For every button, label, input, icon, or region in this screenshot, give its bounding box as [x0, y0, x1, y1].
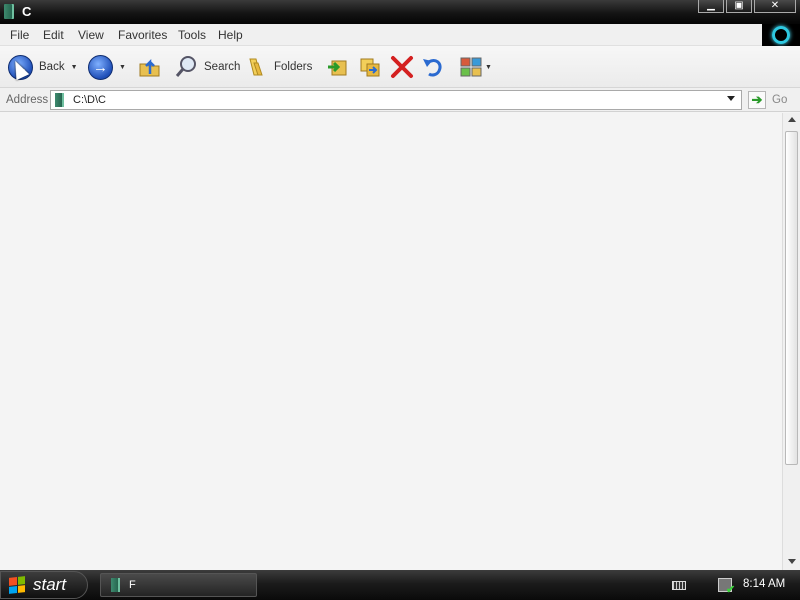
menu-file[interactable]: File — [10, 28, 29, 42]
taskbar: start F ✔ 8:14 AM — [0, 570, 800, 600]
search-icon — [175, 56, 196, 77]
taskbar-item-label: F — [129, 579, 136, 591]
toolbar: ← Back ▼ → ▼ Search Folders ▼ — [0, 46, 800, 88]
menu-tools[interactable]: Tools — [178, 28, 206, 42]
search-button[interactable]: Search — [174, 52, 240, 82]
up-button[interactable] — [137, 52, 163, 82]
move-to-icon — [328, 60, 347, 76]
forward-icon: → — [88, 54, 113, 80]
menu-view[interactable]: View — [78, 28, 104, 42]
copy-to-icon — [360, 58, 380, 77]
folders-button[interactable]: Folders — [246, 52, 312, 82]
menu-edit[interactable]: Edit — [43, 28, 64, 42]
undo-icon — [423, 59, 442, 77]
brand-logo — [762, 24, 800, 46]
views-icon — [460, 57, 482, 77]
move-to-button[interactable] — [326, 52, 350, 82]
back-dropdown-icon[interactable]: ▼ — [71, 64, 78, 71]
forward-dropdown-icon[interactable]: ▼ — [119, 64, 126, 71]
ring-logo-icon — [772, 26, 790, 44]
menu-help[interactable]: Help — [218, 28, 243, 42]
start-button[interactable]: start — [0, 571, 88, 599]
delete-button[interactable] — [390, 52, 414, 82]
windows-logo-icon — [9, 576, 25, 594]
system-tray: ✔ 8:14 AM — [660, 570, 800, 600]
file-list-area[interactable] — [0, 113, 782, 570]
up-folder-icon — [139, 58, 160, 77]
views-button[interactable]: ▼ — [459, 52, 492, 82]
address-value: C:\D\C — [73, 94, 106, 106]
taskbar-item[interactable]: F — [100, 573, 257, 597]
forward-button[interactable]: → ▼ — [88, 52, 126, 82]
address-bar: Address C:\D\C ➔ Go — [0, 88, 800, 112]
go-button[interactable]: Go — [772, 94, 787, 106]
views-dropdown-icon[interactable]: ▼ — [485, 64, 492, 71]
check-icon: ✔ — [726, 584, 736, 596]
folders-icon — [249, 58, 263, 76]
title-bar[interactable]: C ▁ ▣ ✕ — [0, 0, 800, 24]
menu-favorites[interactable]: Favorites — [118, 28, 167, 42]
address-label: Address — [6, 94, 49, 106]
explorer-window: C ▁ ▣ ✕ File Edit View Favorites Tools H… — [0, 0, 800, 570]
maximize-button[interactable]: ▣ — [726, 0, 752, 13]
folder-icon — [4, 4, 14, 19]
folders-label: Folders — [274, 61, 313, 73]
start-label: start — [33, 575, 67, 594]
folder-icon — [111, 578, 120, 592]
copy-to-button[interactable] — [358, 52, 382, 82]
undo-button[interactable] — [421, 52, 445, 82]
address-input[interactable]: C:\D\C — [50, 90, 742, 110]
delete-icon — [391, 56, 413, 78]
clock[interactable]: 8:14 AM — [743, 578, 785, 590]
scroll-up-icon[interactable] — [788, 117, 796, 122]
back-label: Back — [39, 61, 65, 73]
folder-icon — [55, 93, 64, 107]
close-button[interactable]: ✕ — [754, 0, 796, 13]
window-title: C — [22, 4, 32, 19]
search-label: Search — [204, 61, 241, 73]
scroll-down-icon[interactable] — [788, 559, 796, 564]
window-controls: ▁ ▣ ✕ — [698, 0, 796, 13]
keyboard-icon[interactable] — [672, 581, 686, 590]
go-arrow-icon[interactable]: ➔ — [748, 91, 766, 109]
scroll-thumb[interactable] — [785, 131, 798, 465]
menu-bar: File Edit View Favorites Tools Help — [0, 24, 800, 46]
vertical-scrollbar[interactable] — [782, 113, 800, 570]
address-dropdown-icon[interactable] — [727, 96, 735, 101]
minimize-button[interactable]: ▁ — [698, 0, 724, 13]
